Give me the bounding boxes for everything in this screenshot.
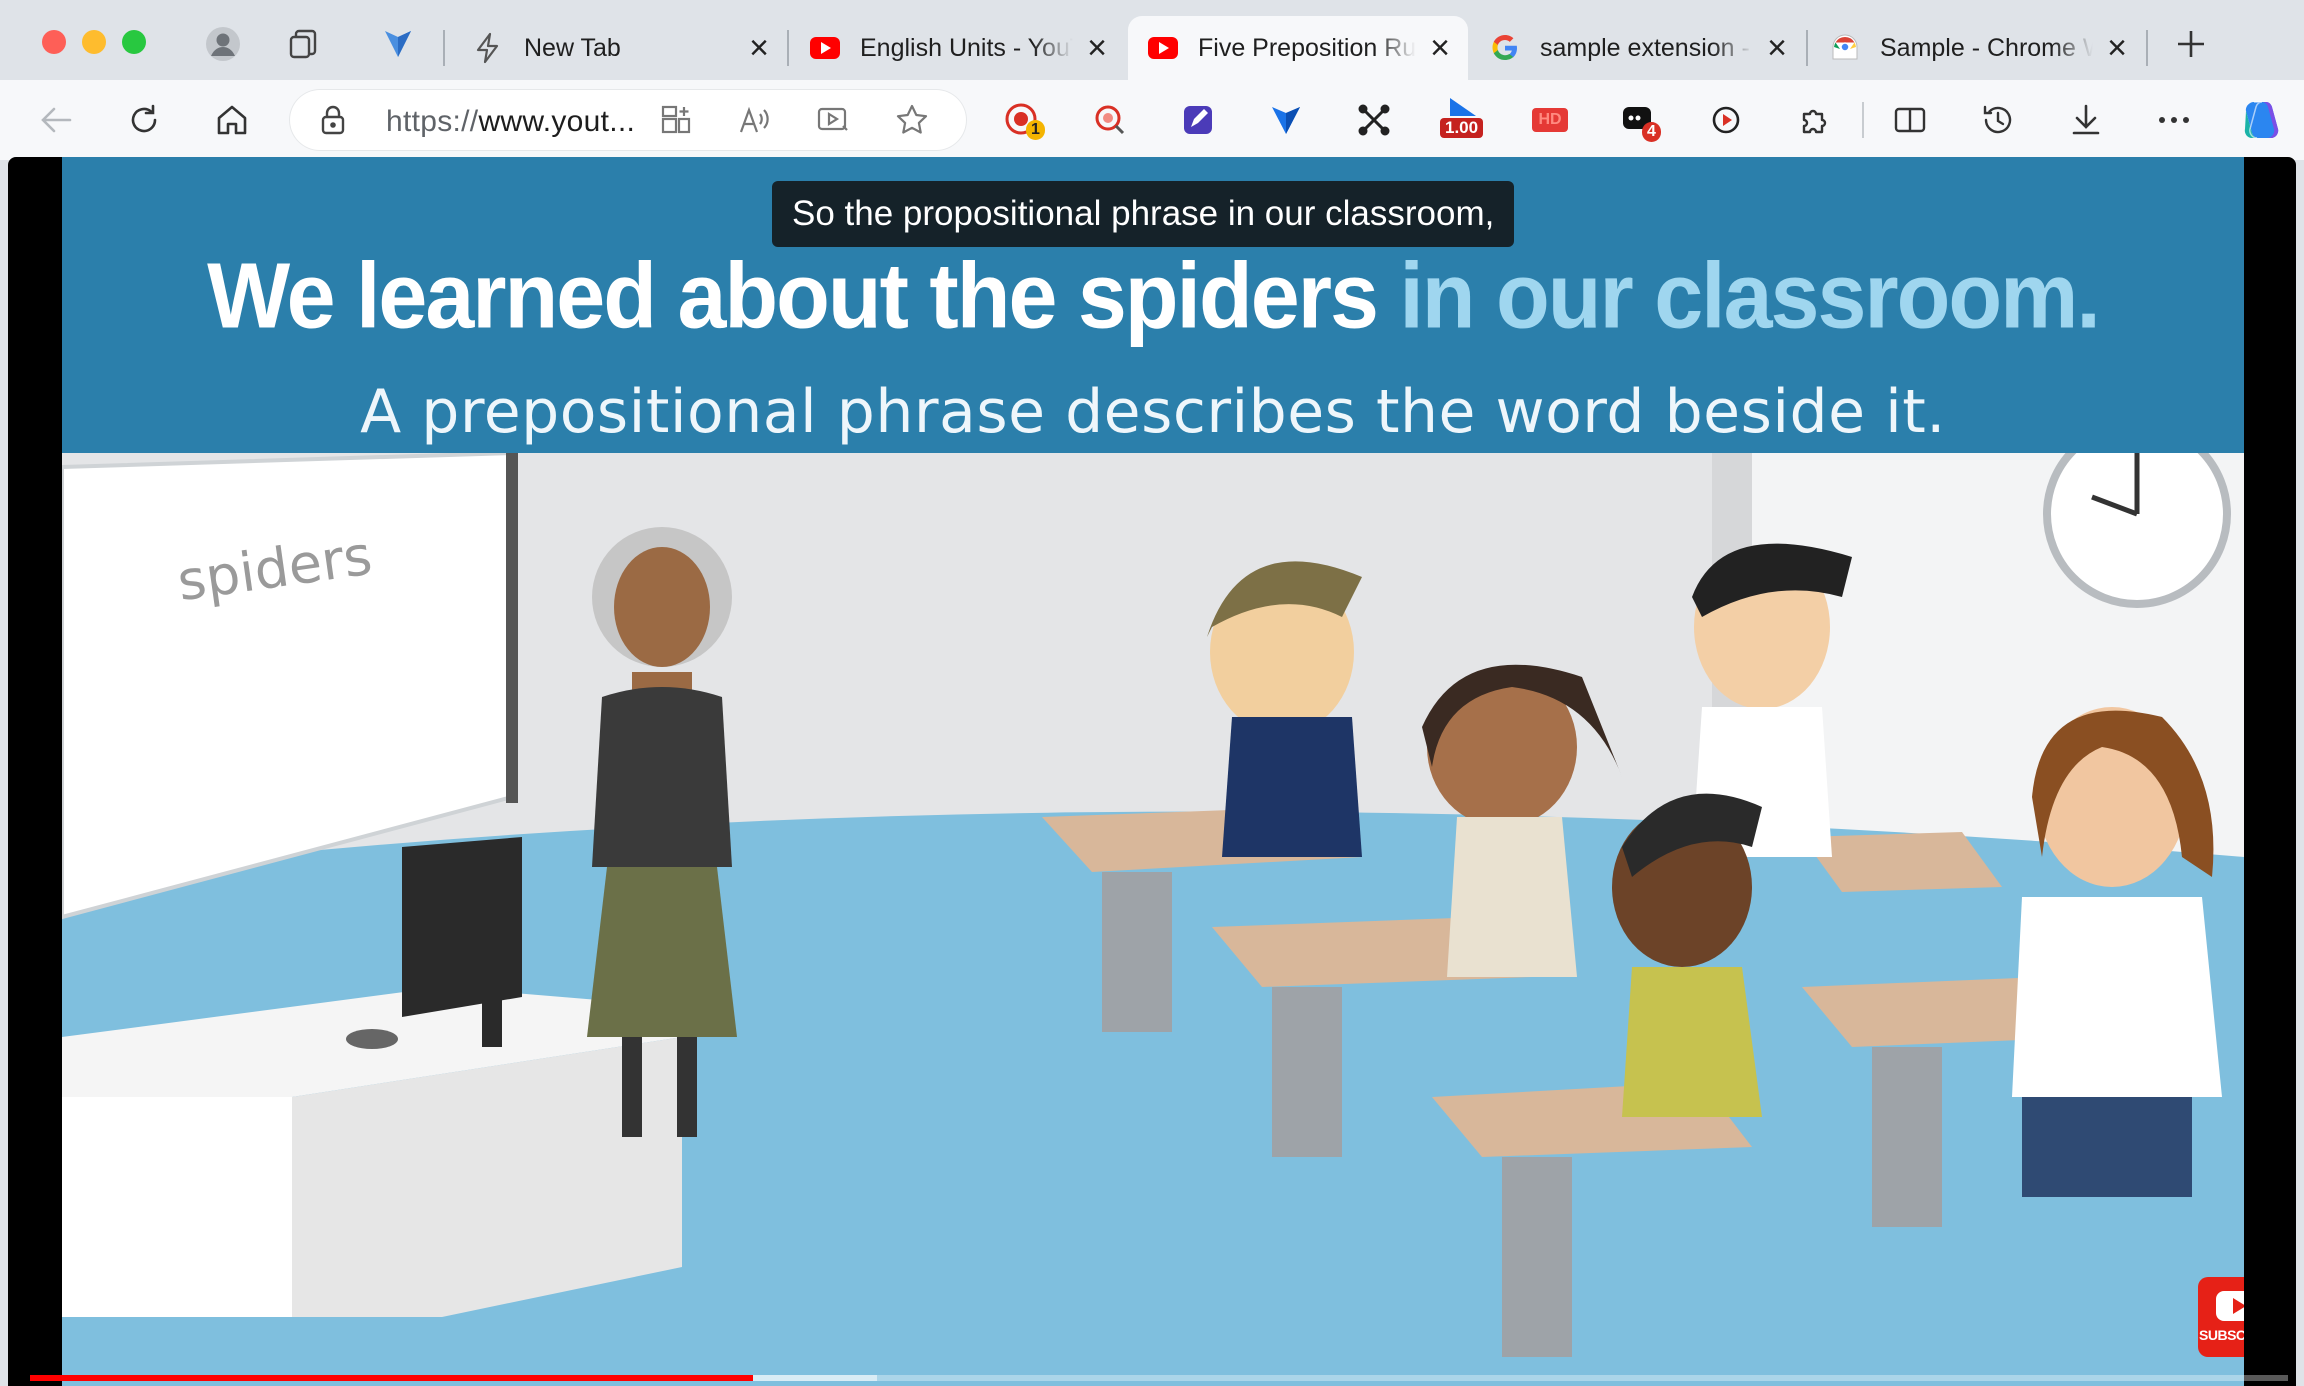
copilot-icon[interactable] [2236, 96, 2284, 144]
youtube-play-icon [2216, 1291, 2244, 1321]
url-text[interactable]: https://www.yout... [386, 105, 635, 139]
close-tab-icon[interactable]: × [1430, 31, 1450, 65]
split-screen-icon[interactable] [1886, 96, 1934, 144]
tab-title: sample extension - Google Search [1540, 33, 1754, 63]
tab-title: Five Preposition Rules [1198, 33, 1417, 63]
back-arrow-icon[interactable] [32, 96, 80, 144]
speed-badge: 1.00 [1440, 118, 1484, 138]
downloads-icon[interactable] [2062, 96, 2110, 144]
more-menu-icon[interactable] [2150, 96, 2198, 144]
lesson-subline: A prepositional phrase describes the wor… [360, 377, 1946, 447]
tab-sample-extension-search[interactable]: sample extension - Google Search × [1470, 16, 1805, 80]
close-window-button[interactable] [42, 30, 66, 54]
tab-separator [443, 30, 445, 66]
video-progress-bar[interactable] [30, 1375, 2288, 1381]
favorite-star-icon[interactable] [894, 102, 930, 138]
subscribe-label: SUBSCRIBE [2199, 1327, 2244, 1343]
tab-separator [787, 30, 789, 66]
tab-separator [2146, 30, 2148, 66]
screen-recorder-extension-icon[interactable]: 1 [998, 96, 1046, 144]
vpn-extension-icon[interactable] [1262, 96, 1310, 144]
close-tab-icon[interactable]: × [1767, 31, 1787, 65]
extensions-puzzle-icon[interactable] [1790, 96, 1838, 144]
app-available-icon[interactable] [660, 104, 692, 136]
workspaces-icon[interactable] [284, 24, 324, 64]
search-lens-extension-icon[interactable] [1086, 96, 1134, 144]
tab-separator [1806, 30, 1808, 66]
tab-five-preposition-rules[interactable]: Five Preposition Rules × [1128, 16, 1468, 80]
read-aloud-icon[interactable] [738, 104, 772, 136]
tab-strip: New Tab × English Units - YouTube × Five… [0, 0, 2304, 80]
shuffle-extension-icon[interactable] [1350, 96, 1398, 144]
tab-title: English Units - YouTube [860, 33, 1074, 63]
notes-extension-icon[interactable] [1174, 96, 1222, 144]
toolbar: https://www.yout... 1 1.00 HD 4 [0, 80, 2304, 160]
notification-badge: 4 [1642, 122, 1661, 142]
profile-icon[interactable] [203, 24, 243, 64]
address-bar[interactable]: https://www.yout... [290, 90, 966, 150]
video-capture-extension-icon[interactable] [1702, 96, 1750, 144]
subscribe-button[interactable]: SUBSCRIBE [2198, 1277, 2244, 1357]
bolt-icon [476, 32, 499, 64]
playback-speed-extension-icon[interactable]: 1.00 [1438, 96, 1496, 144]
youtube-favicon-icon [810, 37, 840, 59]
tab-title: Sample - Chrome Web Store [1880, 33, 2094, 63]
google-favicon-icon [1492, 35, 1517, 60]
close-tab-icon[interactable]: × [2107, 31, 2127, 65]
video-player[interactable]: spiders We learned about the spiders in … [62, 157, 2244, 1386]
vpn-extension-icon[interactable] [378, 24, 418, 64]
minimize-window-button[interactable] [82, 30, 106, 54]
youtube-favicon-icon [1148, 37, 1178, 59]
tab-english-units[interactable]: English Units - YouTube × [790, 16, 1125, 80]
chat-extension-icon[interactable]: 4 [1614, 96, 1662, 144]
headline-highlight: in our classroom. [1399, 243, 2101, 348]
maximize-window-button[interactable] [122, 30, 146, 54]
played-bar [30, 1375, 753, 1381]
lesson-headline: We learned about the spiders in our clas… [62, 242, 2244, 349]
tab-title: New Tab [524, 33, 736, 63]
tab-new-tab[interactable]: New Tab × [452, 16, 787, 80]
headline-text: We learned about the spiders [207, 243, 1379, 348]
hd-extension-icon[interactable]: HD [1526, 96, 1574, 144]
new-tab-plus-icon[interactable] [2171, 24, 2211, 64]
video-assist-icon[interactable] [816, 104, 850, 136]
lock-icon[interactable] [318, 104, 348, 136]
page-content: spiders We learned about the spiders in … [8, 157, 2296, 1386]
web-store-favicon-icon [1832, 34, 1858, 60]
history-icon[interactable] [1974, 96, 2022, 144]
close-tab-icon[interactable]: × [1087, 31, 1107, 65]
record-badge: 1 [1026, 120, 1045, 140]
toolbar-divider [1862, 102, 1864, 138]
tab-chrome-web-store[interactable]: Sample - Chrome Web Store × [1810, 16, 2145, 80]
reload-icon[interactable] [120, 96, 168, 144]
hd-label: HD [1532, 108, 1568, 132]
closed-caption: So the propositional phrase in our class… [772, 181, 1515, 247]
home-icon[interactable] [208, 96, 256, 144]
close-tab-icon[interactable]: × [749, 31, 769, 65]
